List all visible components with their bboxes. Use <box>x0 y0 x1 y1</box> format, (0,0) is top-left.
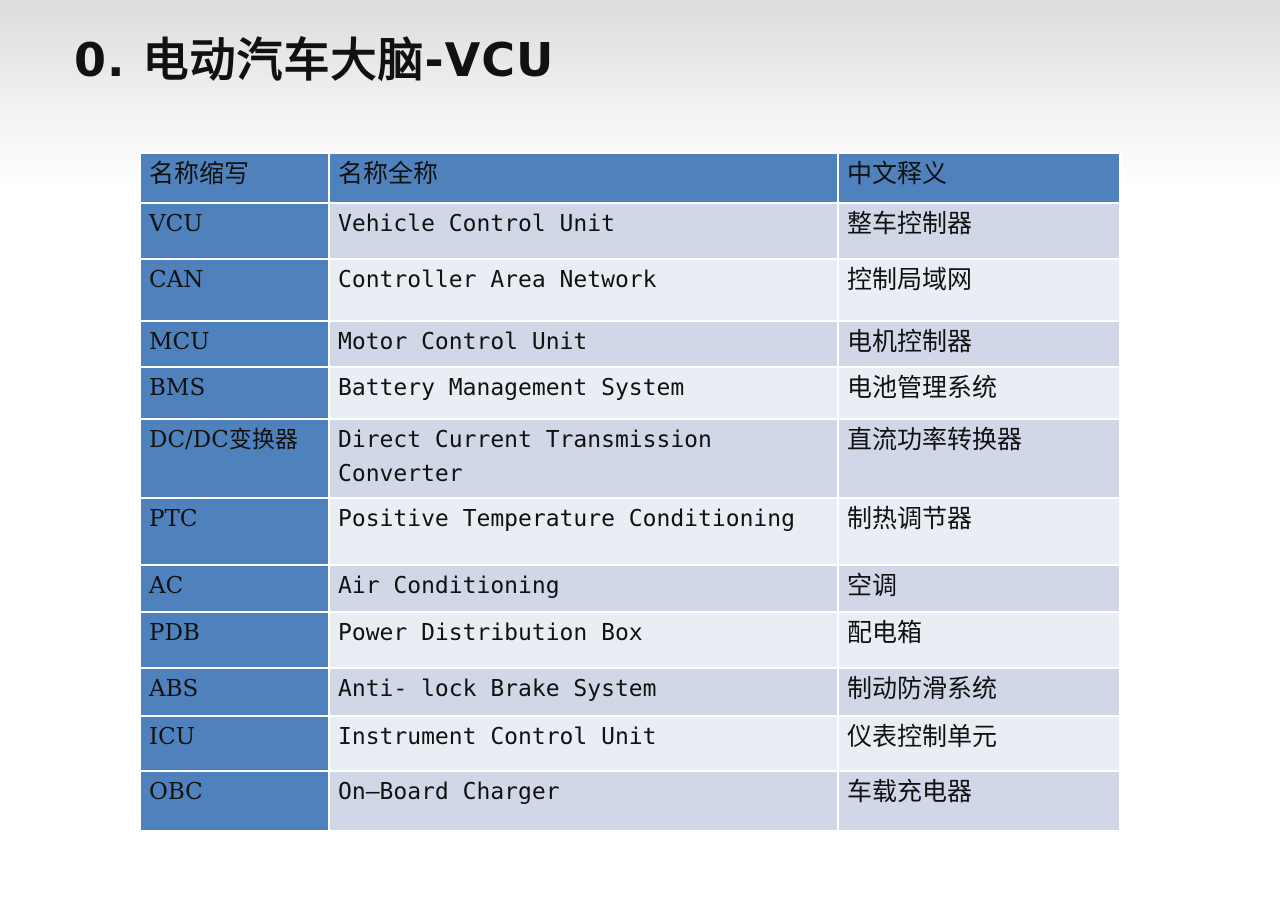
cell-abbreviation: AC <box>139 564 330 613</box>
slide-title: 0. 电动汽车大脑-VCU <box>74 33 555 87</box>
header-abbreviation: 名称缩写 <box>139 152 330 204</box>
cell-chinese-meaning: 制热调节器 <box>837 497 1121 566</box>
table-header-row: 名称缩写 名称全称 中文释义 <box>139 152 1121 204</box>
table-row: ABS Anti- lock Brake System 制动防滑系统 <box>139 667 1121 717</box>
cell-chinese-meaning: 空调 <box>837 564 1121 613</box>
cell-full-name: Controller Area Network <box>328 258 839 322</box>
cell-full-name: Motor Control Unit <box>328 320 839 368</box>
cell-chinese-meaning: 电池管理系统 <box>837 366 1121 420</box>
cell-abbreviation: MCU <box>139 320 330 368</box>
table-row: DC/DC变换器 Direct Current Transmission Con… <box>139 418 1121 499</box>
table-row: ICU Instrument Control Unit 仪表控制单元 <box>139 715 1121 772</box>
cell-full-name: Positive Temperature Conditioning <box>328 497 839 566</box>
header-full-name: 名称全称 <box>328 152 839 204</box>
cell-full-name: Air Conditioning <box>328 564 839 613</box>
cell-chinese-meaning: 车载充电器 <box>837 770 1121 832</box>
cell-abbreviation: BMS <box>139 366 330 420</box>
cell-abbreviation: ICU <box>139 715 330 772</box>
cell-chinese-meaning: 制动防滑系统 <box>837 667 1121 717</box>
header-chinese-meaning: 中文释义 <box>837 152 1121 204</box>
cell-full-name: Anti- lock Brake System <box>328 667 839 717</box>
cell-full-name: Battery Management System <box>328 366 839 420</box>
cell-chinese-meaning: 仪表控制单元 <box>837 715 1121 772</box>
cell-chinese-meaning: 配电箱 <box>837 611 1121 669</box>
cell-chinese-meaning: 整车控制器 <box>837 202 1121 260</box>
cell-abbreviation: PDB <box>139 611 330 669</box>
cell-full-name: On—Board Charger <box>328 770 839 832</box>
cell-chinese-meaning: 直流功率转换器 <box>837 418 1121 499</box>
cell-abbreviation: VCU <box>139 202 330 260</box>
cell-full-name: Instrument Control Unit <box>328 715 839 772</box>
table-row: VCU Vehicle Control Unit 整车控制器 <box>139 202 1121 260</box>
cell-chinese-meaning: 电机控制器 <box>837 320 1121 368</box>
table-row: OBC On—Board Charger 车载充电器 <box>139 770 1121 832</box>
cell-full-name: Vehicle Control Unit <box>328 202 839 260</box>
cell-chinese-meaning: 控制局域网 <box>837 258 1121 322</box>
cell-abbreviation: PTC <box>139 497 330 566</box>
cell-full-name: Direct Current Transmission Converter <box>328 418 839 499</box>
cell-abbreviation: ABS <box>139 667 330 717</box>
table-row: AC Air Conditioning 空调 <box>139 564 1121 613</box>
cell-abbreviation: CAN <box>139 258 330 322</box>
table-row: MCU Motor Control Unit 电机控制器 <box>139 320 1121 368</box>
cell-full-name: Power Distribution Box <box>328 611 839 669</box>
cell-abbreviation: OBC <box>139 770 330 832</box>
abbreviation-table-grid: 名称缩写 名称全称 中文释义 VCU Vehicle Control Unit … <box>139 152 1121 832</box>
table-row: PDB Power Distribution Box 配电箱 <box>139 611 1121 669</box>
table-row: BMS Battery Management System 电池管理系统 <box>139 366 1121 420</box>
abbreviation-table: 名称缩写 名称全称 中文释义 VCU Vehicle Control Unit … <box>139 152 1121 832</box>
table-row: PTC Positive Temperature Conditioning 制热… <box>139 497 1121 566</box>
cell-abbreviation: DC/DC变换器 <box>139 418 330 499</box>
table-row: CAN Controller Area Network 控制局域网 <box>139 258 1121 322</box>
